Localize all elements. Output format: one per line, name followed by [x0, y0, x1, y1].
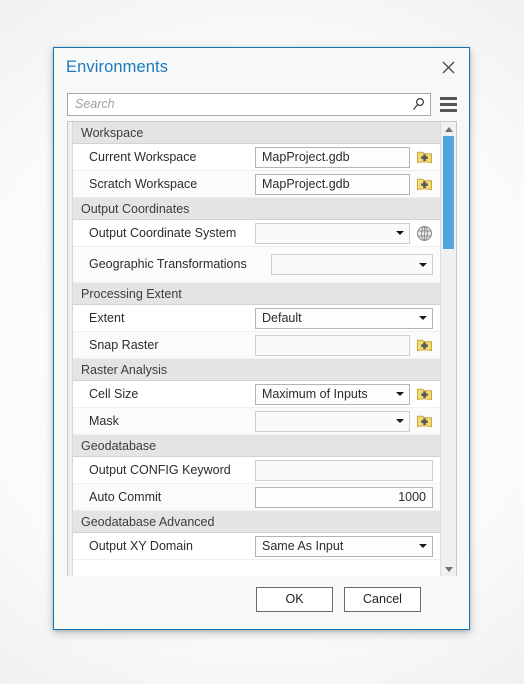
setting-value: Same As Input [262, 539, 344, 553]
scrollbar-track[interactable] [441, 136, 456, 562]
dialog-title-bar: Environments [54, 48, 469, 87]
setting-field: Default [255, 307, 440, 329]
chevron-down-icon[interactable] [416, 262, 430, 267]
setting-value: Maximum of Inputs [262, 387, 368, 401]
setting-field [255, 334, 440, 356]
setting-value: Default [262, 311, 302, 325]
globe-icon[interactable] [416, 225, 433, 242]
setting-dropdown[interactable] [271, 254, 433, 275]
setting-dropdown[interactable]: Maximum of Inputs [255, 383, 410, 405]
setting-field: Maximum of Inputs [255, 383, 440, 405]
setting-field: MapProject.gdb [255, 146, 440, 168]
section-header-geodatabase-advanced: Geodatabase Advanced [68, 511, 440, 533]
dialog-footer: OK Cancel [54, 576, 469, 629]
folder-add-icon[interactable] [416, 386, 433, 402]
setting-field: Same As Input [255, 535, 440, 557]
setting-label: Output XY Domain [89, 538, 193, 553]
chevron-down-icon[interactable] [393, 419, 407, 423]
setting-row: Output CONFIG Keyword [68, 457, 440, 484]
setting-text-input[interactable] [255, 459, 433, 481]
folder-add-icon[interactable] [416, 176, 433, 192]
section-header-output-coordinates: Output Coordinates [68, 198, 440, 220]
section-header-processing-extent: Processing Extent [68, 283, 440, 305]
setting-label: Current Workspace [89, 149, 197, 164]
setting-field: MapProject.gdb [255, 173, 440, 195]
hamburger-menu-icon[interactable] [440, 96, 457, 112]
section-header-workspace: Workspace [68, 122, 440, 144]
scrollbar-thumb[interactable] [443, 136, 454, 249]
search-row [54, 87, 469, 121]
setting-row: Output Coordinate System [68, 220, 440, 247]
environments-settings-panel: Workspace Current Workspace MapProject.gdb… [67, 121, 457, 576]
setting-row: Mask [68, 408, 440, 435]
chevron-down-icon[interactable] [393, 392, 407, 396]
setting-text-input[interactable] [255, 334, 410, 356]
settings-rows-container: Workspace Current Workspace MapProject.gdb… [68, 122, 440, 576]
section-header-geodatabase: Geodatabase [68, 435, 440, 457]
folder-add-icon[interactable] [416, 149, 433, 165]
setting-value: MapProject.gdb [262, 177, 350, 191]
setting-row: Current Workspace MapProject.gdb [68, 144, 440, 171]
search-icon[interactable] [411, 97, 426, 112]
setting-field [255, 459, 440, 481]
setting-label: Auto Commit [89, 489, 162, 504]
setting-row: Cell Size Maximum of Inputs [68, 381, 440, 408]
setting-text-input[interactable]: 1000 [255, 486, 433, 508]
setting-field [271, 254, 440, 275]
setting-dropdown[interactable]: Same As Input [255, 535, 433, 557]
scroll-down-arrow-icon[interactable] [441, 562, 456, 576]
setting-label: Snap Raster [89, 337, 159, 352]
setting-label: Geographic Transformations [89, 257, 247, 272]
cancel-button[interactable]: Cancel [344, 586, 421, 612]
search-input[interactable] [75, 97, 411, 111]
setting-field: 1000 [255, 486, 440, 508]
setting-field [255, 222, 440, 244]
setting-dropdown[interactable] [255, 410, 410, 432]
setting-value: MapProject.gdb [262, 150, 350, 164]
environments-dialog: Environments Workspace Current Workspace M… [53, 47, 470, 630]
setting-text-input[interactable]: MapProject.gdb [255, 146, 410, 168]
setting-row: Scratch Workspace MapProject.gdb [68, 171, 440, 198]
setting-label: Cell Size [89, 386, 139, 401]
folder-add-icon[interactable] [416, 413, 433, 429]
setting-row: Geographic Transformations [68, 247, 440, 283]
setting-label: Output Coordinate System [89, 225, 237, 240]
setting-label: Extent [89, 310, 125, 325]
setting-text-input[interactable]: MapProject.gdb [255, 173, 410, 195]
setting-label: Output CONFIG Keyword [89, 462, 231, 477]
dialog-title: Environments [66, 58, 169, 77]
setting-dropdown[interactable]: Default [255, 307, 433, 329]
setting-dropdown[interactable] [255, 222, 410, 244]
setting-row: Auto Commit 1000 [68, 484, 440, 511]
vertical-scrollbar[interactable] [440, 122, 456, 576]
setting-field [255, 410, 440, 432]
setting-row: Snap Raster [68, 332, 440, 359]
setting-row: Extent Default [68, 305, 440, 332]
section-header-raster-analysis: Raster Analysis [68, 359, 440, 381]
scroll-up-arrow-icon[interactable] [441, 122, 456, 136]
search-box[interactable] [67, 92, 431, 116]
chevron-down-icon[interactable] [416, 316, 430, 320]
setting-row: Output XY Domain Same As Input [68, 533, 440, 560]
chevron-down-icon[interactable] [393, 231, 407, 235]
close-icon[interactable] [437, 57, 459, 79]
setting-label: Mask [89, 413, 119, 428]
chevron-down-icon[interactable] [416, 544, 430, 548]
ok-button[interactable]: OK [256, 586, 333, 612]
setting-label: Scratch Workspace [89, 176, 198, 191]
setting-value: 1000 [398, 490, 426, 504]
folder-add-icon[interactable] [416, 337, 433, 353]
